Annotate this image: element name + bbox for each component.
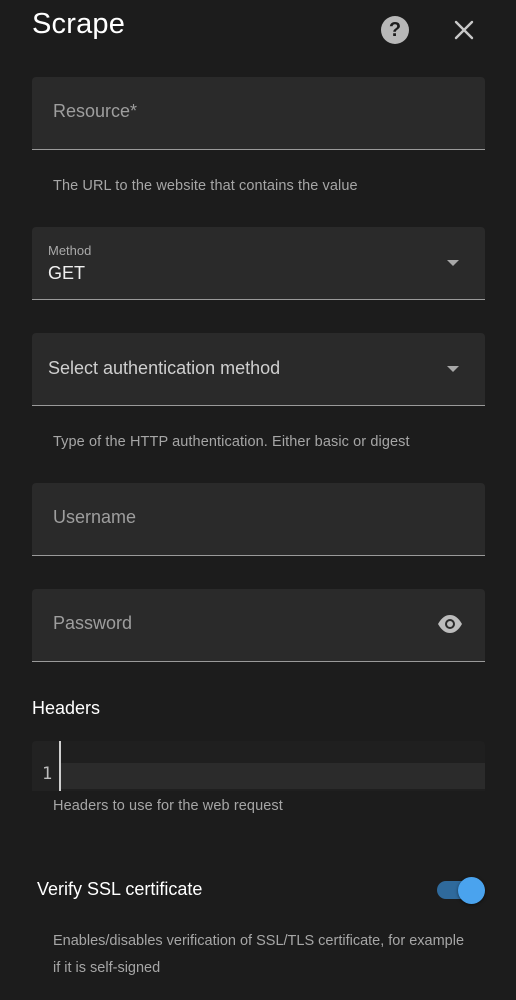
help-icon[interactable]: ? xyxy=(381,16,409,44)
password-label: Password xyxy=(53,613,133,633)
resource-helper: The URL to the website that contains the… xyxy=(53,178,358,194)
method-select[interactable]: Method GET xyxy=(32,227,485,300)
eye-icon[interactable] xyxy=(437,614,463,634)
close-icon[interactable] xyxy=(450,16,478,44)
resource-label: Resource* xyxy=(53,101,138,121)
toggle-thumb[interactable] xyxy=(458,877,485,904)
verify-ssl-helper: Enables/disables verification of SSL/TLS… xyxy=(53,933,465,976)
method-value: GET xyxy=(48,263,86,283)
editor-active-line[interactable] xyxy=(61,763,485,789)
chevron-down-icon xyxy=(447,260,459,266)
dialog-title: Scrape xyxy=(32,8,126,40)
username-input[interactable]: Username xyxy=(32,483,485,556)
chevron-down-icon xyxy=(447,366,459,372)
resource-input[interactable]: Resource* xyxy=(32,77,485,150)
method-label: Method xyxy=(48,243,92,258)
headers-code-editor[interactable]: 1 xyxy=(32,741,485,791)
authentication-helper: Type of the HTTP authentication. Either … xyxy=(53,434,410,450)
editor-gutter: 1 xyxy=(32,741,61,791)
username-label: Username xyxy=(53,507,137,527)
authentication-placeholder: Select authentication method xyxy=(48,358,281,378)
headers-title: Headers xyxy=(32,698,101,718)
headers-helper: Headers to use for the web request xyxy=(53,798,283,814)
verify-ssl-label: Verify SSL certificate xyxy=(37,879,203,899)
line-number: 1 xyxy=(42,764,53,784)
password-input[interactable]: Password xyxy=(32,589,485,662)
authentication-select[interactable]: Select authentication method xyxy=(32,333,485,406)
